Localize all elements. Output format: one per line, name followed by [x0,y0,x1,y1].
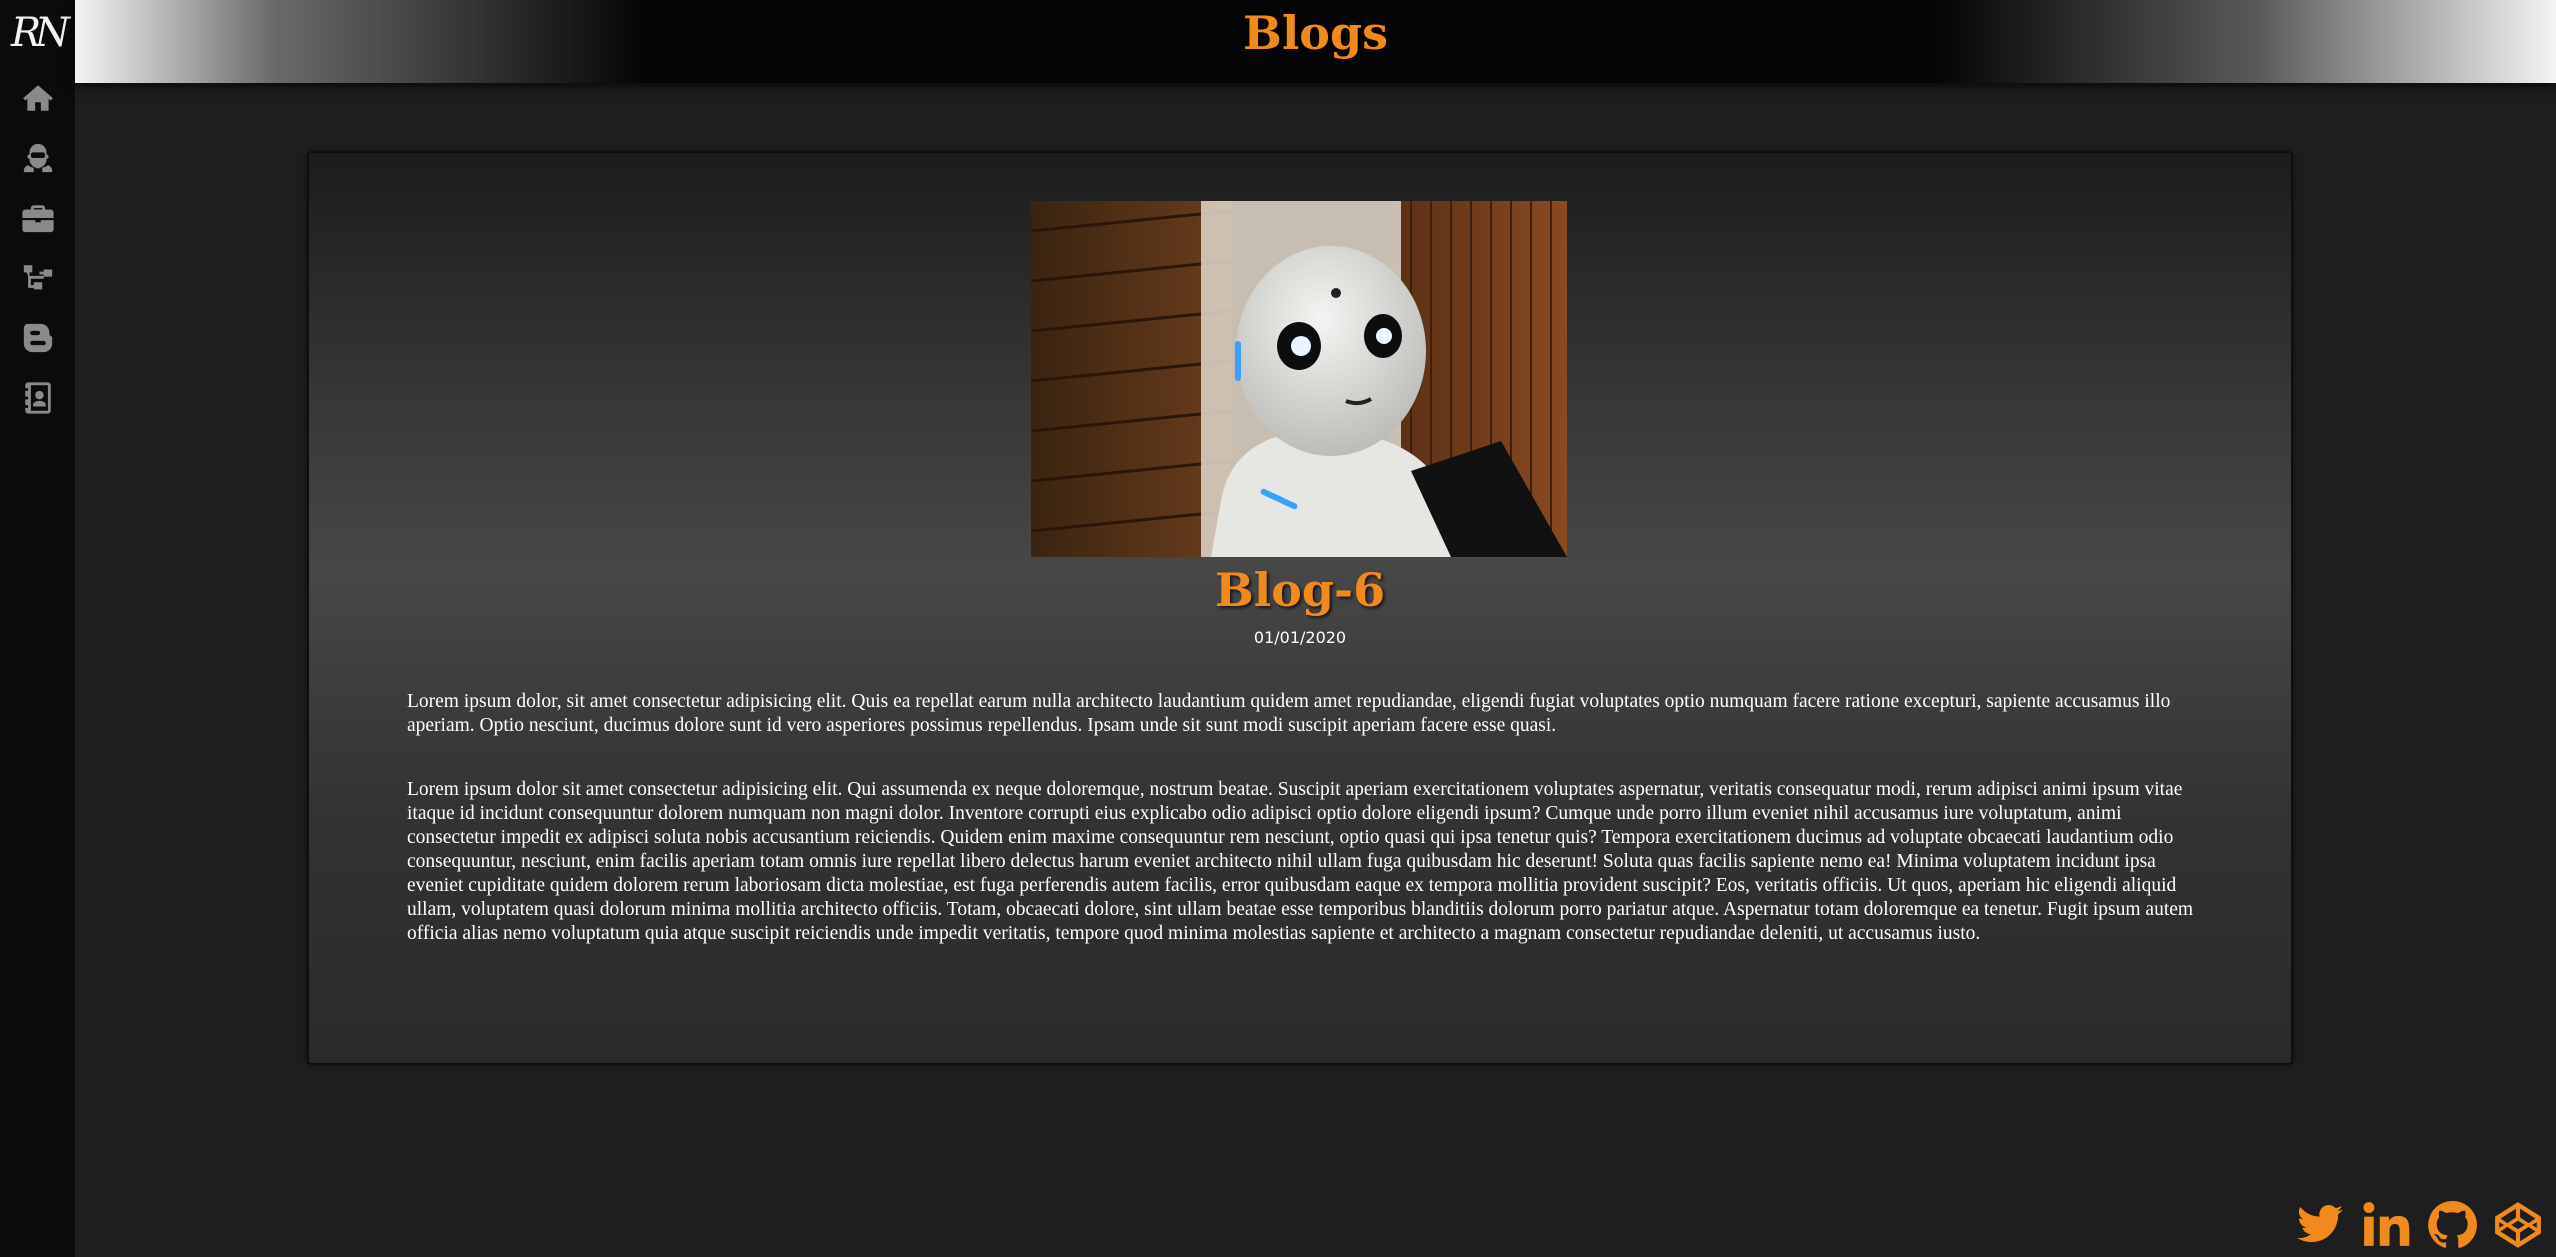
home-icon [22,85,53,111]
site-logo[interactable]: RN [0,0,75,65]
linkedin-link[interactable] [2360,1199,2412,1251]
blog-date: 01/01/2020 [1253,628,1347,647]
twitter-icon [2297,1205,2343,1243]
blog-title: Blog-6 [1214,563,1386,617]
blogger-icon [23,323,52,353]
page-header: Blogs [75,0,2556,83]
briefcase-icon [21,205,54,233]
twitter-link[interactable] [2294,1199,2346,1251]
linkedin-icon [2363,1202,2410,1246]
social-links [2294,1199,2544,1251]
codepen-icon [2495,1202,2541,1248]
blog-paragraph-2: Lorem ipsum dolor sit amet consectetur a… [407,779,2194,944]
sidebar-item-about[interactable] [0,128,75,188]
user-astronaut-icon [23,143,52,173]
blog-paragraph-1: Lorem ipsum dolor, sit amet consectetur … [407,691,2171,736]
codepen-link[interactable] [2492,1199,2544,1251]
blog-image [1031,201,1567,557]
sidebar-item-blogs[interactable] [0,308,75,368]
sidebar-item-projects[interactable] [0,248,75,308]
robot-image [1031,201,1567,557]
sidebar-item-work[interactable] [0,188,75,248]
sidebar-item-contact[interactable] [0,368,75,428]
sidebar-item-home[interactable] [0,68,75,128]
address-book-icon [24,382,51,414]
sidebar: RN [0,0,75,1257]
github-icon [2428,1201,2477,1248]
page-title: Blogs [1242,6,1389,60]
blog-card: Blog-6 01/01/2020 Lorem ipsum dolor, sit… [307,151,2293,1065]
github-link[interactable] [2426,1199,2478,1251]
sitemap-icon [23,265,52,290]
